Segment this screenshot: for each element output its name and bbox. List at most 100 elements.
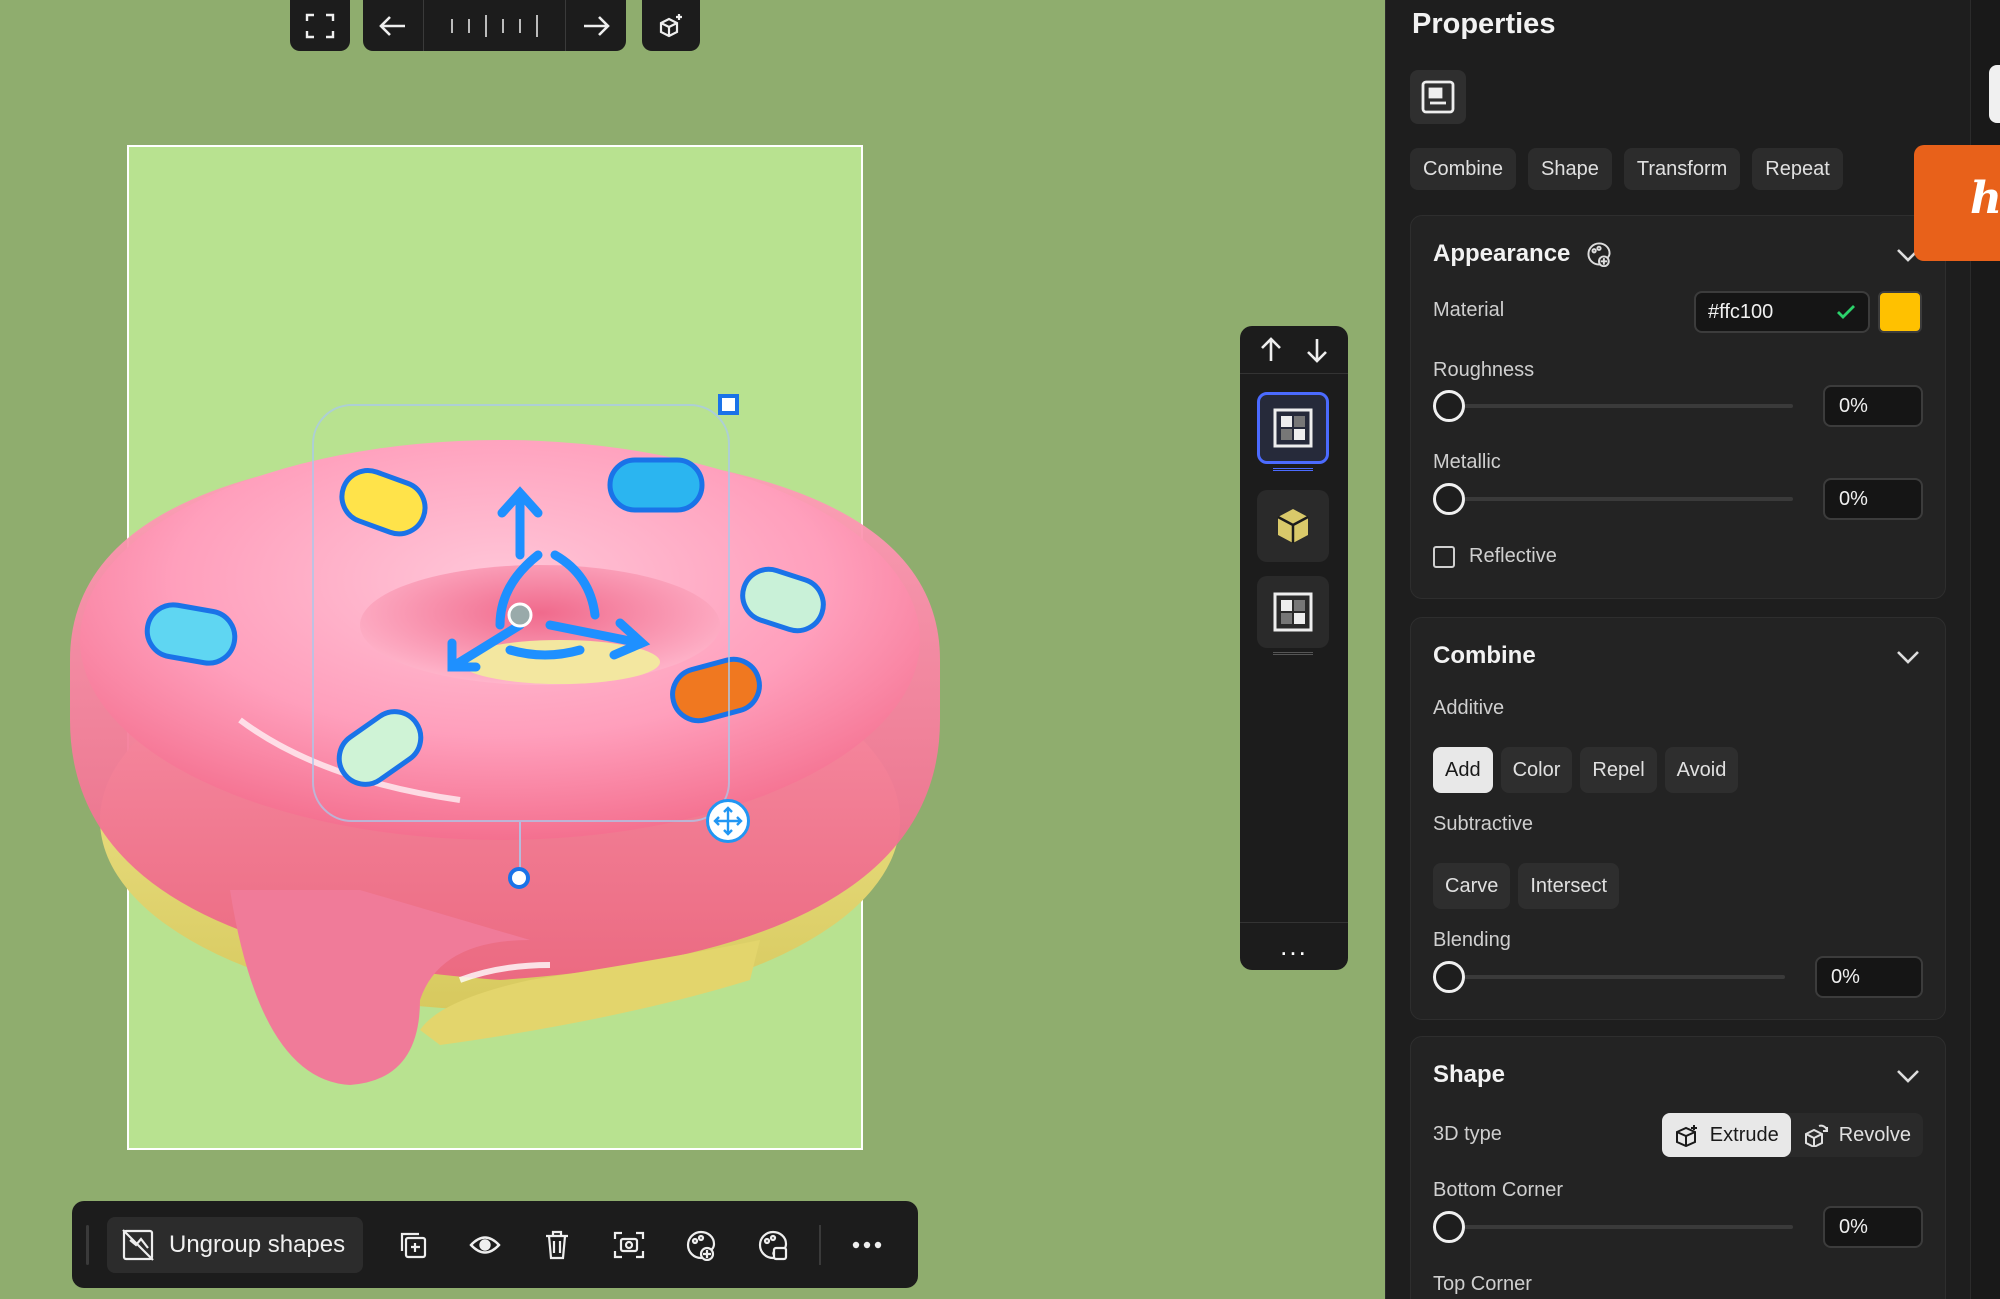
subtractive-label: Subtractive: [1433, 813, 1534, 835]
shape-section: Shape 3D type Extrude Revolve Bottom Cor…: [1410, 1036, 1946, 1299]
combine-title: Combine: [1433, 642, 1536, 669]
layer-group-selected[interactable]: [1257, 392, 1329, 464]
group-layer-icon: [1273, 408, 1313, 448]
ungroup-icon: [122, 1228, 154, 1261]
intersect-option[interactable]: Intersect: [1518, 863, 1620, 909]
capture-icon: [614, 1231, 645, 1258]
object-type-button[interactable]: [1410, 70, 1466, 124]
transform-gizmo[interactable]: [430, 475, 660, 685]
reflective-checkbox[interactable]: [1433, 546, 1455, 568]
layer-cube[interactable]: [1257, 490, 1329, 562]
visibility-icon: [469, 1235, 501, 1254]
sprinkle-mint-right: [740, 566, 826, 634]
bottom-corner-value[interactable]: 0%: [1823, 1206, 1923, 1248]
sprinkle-cyan-left: [144, 602, 238, 666]
appearance-add-icon[interactable]: [1586, 241, 1612, 267]
bottom-corner-label: Bottom Corner: [1433, 1179, 1564, 1201]
check-icon: [1837, 305, 1855, 319]
tab-repeat[interactable]: Repeat: [1752, 148, 1843, 190]
move-handle[interactable]: [706, 799, 750, 843]
layer-group[interactable]: [1257, 576, 1329, 648]
extrude-icon: [1675, 1125, 1697, 1147]
avoid-option[interactable]: Avoid: [1664, 747, 1739, 793]
appearance-header[interactable]: Appearance: [1433, 240, 1612, 268]
gizmo-axis-up: [497, 486, 543, 560]
add-option[interactable]: Add: [1433, 747, 1493, 793]
appearance-apply-button[interactable]: [737, 1217, 809, 1273]
appearance-title: Appearance: [1433, 240, 1571, 267]
revolve-icon: [1804, 1124, 1828, 1147]
roughness-label: Roughness: [1433, 359, 1535, 381]
more-button[interactable]: [831, 1217, 903, 1273]
tab-transform[interactable]: Transform: [1623, 148, 1741, 190]
extrude-label: Extrude: [1709, 1123, 1779, 1146]
appearance-add-icon: [687, 1230, 716, 1261]
layer-toolbar: ...: [1240, 326, 1348, 970]
metallic-label: Metallic: [1433, 451, 1501, 473]
combine-header[interactable]: Combine: [1433, 642, 1536, 670]
revolve-option[interactable]: Revolve: [1791, 1113, 1923, 1157]
shape-title: Shape: [1433, 1061, 1506, 1088]
roughness-slider[interactable]: [1433, 404, 1793, 408]
shape-header[interactable]: Shape: [1433, 1061, 1505, 1089]
metallic-slider-thumb[interactable]: [1433, 483, 1465, 515]
tab-combine[interactable]: Combine: [1410, 148, 1517, 190]
ungroup-label: Ungroup shapes: [169, 1230, 346, 1258]
rail-handle[interactable]: [1989, 65, 2000, 123]
property-tabs: Combine Shape Transform Repeat: [1410, 148, 1843, 190]
blending-value[interactable]: 0%: [1815, 956, 1923, 998]
duplicate-icon: [401, 1232, 427, 1258]
cube-icon: [1277, 509, 1309, 543]
revolve-label: Revolve: [1838, 1123, 1911, 1146]
rotation-handle-stem: [519, 822, 521, 869]
appearance-add-button[interactable]: [665, 1217, 737, 1273]
duplicate-button[interactable]: [377, 1217, 449, 1273]
app-badge-tab[interactable]: h: [1914, 145, 2000, 261]
extrude-option[interactable]: Extrude: [1661, 1113, 1791, 1157]
gizmo-arc-right: [550, 550, 600, 620]
blending-label: Blending: [1433, 929, 1511, 951]
capture-button[interactable]: [593, 1217, 665, 1273]
repel-option[interactable]: Repel: [1580, 747, 1657, 793]
visibility-button[interactable]: [449, 1217, 521, 1273]
gizmo-center: [507, 602, 533, 628]
delete-button[interactable]: [521, 1217, 593, 1273]
material-color-input[interactable]: #ffc100: [1694, 291, 1870, 333]
properties-panel: Properties Combine Shape Transform Repea…: [1385, 0, 1970, 1299]
bottom-corner-slider[interactable]: [1433, 1225, 1793, 1229]
roughness-value[interactable]: 0%: [1823, 385, 1923, 427]
metallic-slider[interactable]: [1433, 497, 1793, 501]
additive-options: Add Color Repel Avoid: [1433, 747, 1739, 793]
reflective-label: Reflective: [1469, 545, 1557, 567]
move-layer-up-icon[interactable]: [1259, 336, 1283, 363]
blending-slider-thumb[interactable]: [1433, 961, 1465, 993]
layer-more-button[interactable]: ...: [1240, 922, 1348, 970]
material-label: Material: [1433, 299, 1505, 321]
combine-section: Combine Additive Add Color Repel Avoid S…: [1410, 617, 1946, 1020]
material-swatch[interactable]: [1878, 291, 1922, 333]
chevron-down-icon[interactable]: [1895, 1063, 1921, 1089]
toolbar-divider: [819, 1224, 822, 1265]
rotation-handle[interactable]: [508, 867, 530, 889]
ungroup-shapes-button[interactable]: Ungroup shapes: [107, 1216, 364, 1273]
appearance-apply-icon: [759, 1230, 788, 1260]
tab-shape[interactable]: Shape: [1528, 148, 1612, 190]
bottom-corner-slider-thumb[interactable]: [1433, 1211, 1465, 1243]
scale-handle[interactable]: [718, 394, 739, 415]
top-corner-label: Top Corner: [1433, 1273, 1532, 1295]
chevron-down-icon[interactable]: [1895, 644, 1921, 670]
canvas-area[interactable]: ... Ungroup shapes: [0, 0, 1385, 1299]
3d-type-label: 3D type: [1433, 1123, 1502, 1145]
move-arrows-icon: [713, 806, 743, 836]
toolbar-drag-handle[interactable]: [86, 1224, 89, 1265]
carve-option[interactable]: Carve: [1433, 863, 1511, 909]
additive-label: Additive: [1433, 697, 1505, 719]
3d-type-selector: Extrude Revolve: [1661, 1113, 1923, 1157]
blending-slider[interactable]: [1433, 975, 1785, 979]
metallic-value[interactable]: 0%: [1823, 478, 1923, 520]
move-layer-down-icon[interactable]: [1305, 337, 1329, 363]
color-option[interactable]: Color: [1500, 747, 1573, 793]
delete-icon: [546, 1230, 569, 1259]
roughness-slider-thumb[interactable]: [1433, 390, 1465, 422]
object-type-icon: [1421, 80, 1455, 114]
